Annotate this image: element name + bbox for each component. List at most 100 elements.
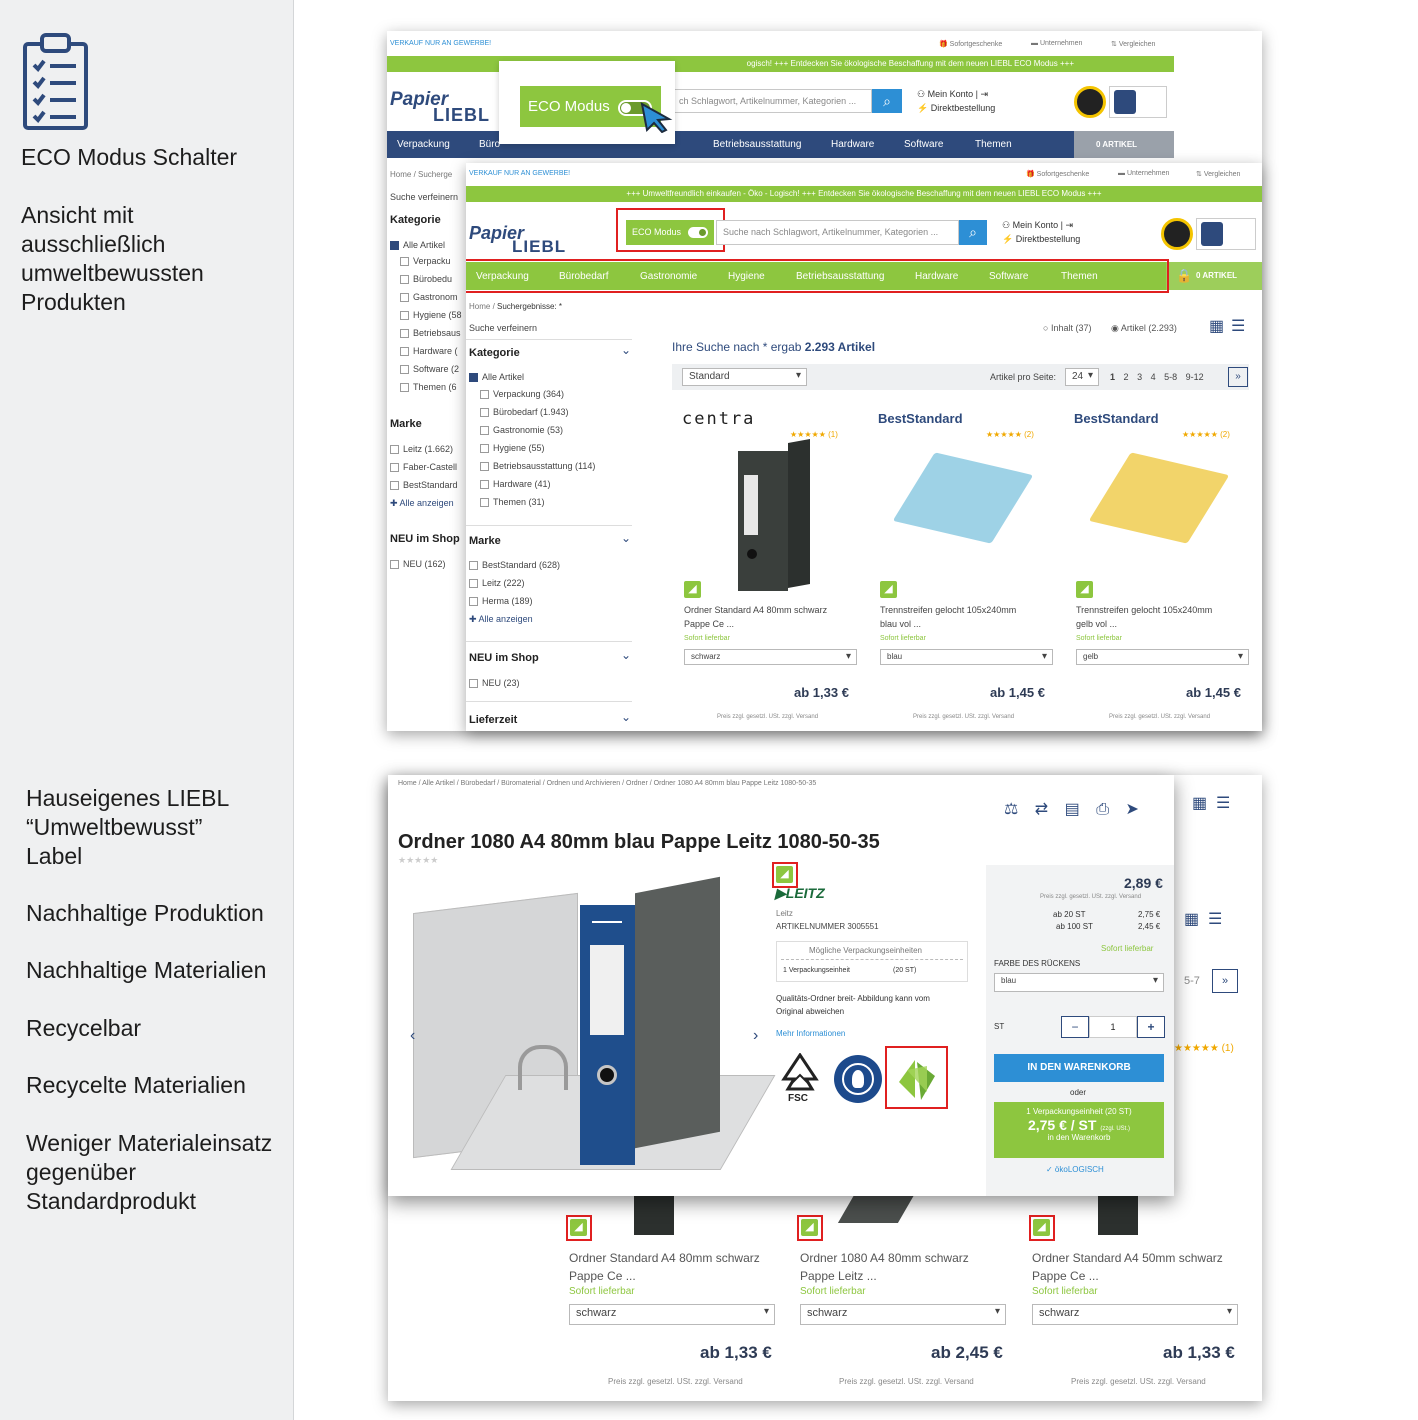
- compare-icon[interactable]: ⚖: [1004, 801, 1018, 818]
- product-name[interactable]: Pappe Ce ...: [569, 1269, 636, 1283]
- filter-item[interactable]: Hygiene (55): [480, 443, 595, 461]
- product-card[interactable]: BestStandard ★★★★★ (2) ◢ Trennstreifen g…: [868, 403, 1058, 728]
- product-card[interactable]: ◢ Ordner 1080 A4 80mm schwarz Pappe Leit…: [791, 1213, 1013, 1393]
- product-image[interactable]: [408, 876, 776, 1185]
- product-name[interactable]: Ordner Standard A4 80mm schwarz: [684, 605, 827, 615]
- share-icon[interactable]: ⇄: [1035, 801, 1048, 818]
- product-card[interactable]: ◢ Ordner Standard A4 50mm schwarz Pappe …: [1023, 1213, 1245, 1393]
- filter-item[interactable]: Hygiene (58: [400, 310, 462, 328]
- filter-item[interactable]: Gastronom: [400, 292, 462, 310]
- gift-link[interactable]: 🎁 Sofortgeschenke: [939, 40, 1002, 48]
- compare-link[interactable]: ⇅ Vergleichen: [1111, 40, 1155, 48]
- filter-item[interactable]: Leitz (1.662): [390, 444, 458, 462]
- grid-view-icon[interactable]: ▦: [1184, 909, 1199, 929]
- product-name[interactable]: Trennstreifen gelocht 105x240mm: [880, 605, 1016, 615]
- search-input[interactable]: ch Schlagwort, Artikelnummer, Kategorien…: [672, 89, 872, 113]
- clipboard-icon[interactable]: ▤: [1065, 801, 1080, 818]
- filter-item[interactable]: Faber-Castell: [390, 462, 458, 480]
- color-select[interactable]: schwarz: [1032, 1304, 1238, 1325]
- print-icon[interactable]: ⎙: [1096, 801, 1109, 818]
- filter-item[interactable]: BestStandard: [390, 480, 458, 498]
- prev-image-icon[interactable]: ‹: [410, 1027, 415, 1045]
- list-view-icon[interactable]: ☰: [1231, 316, 1245, 336]
- nav-item[interactable]: Büro: [479, 139, 500, 150]
- add-pack-button[interactable]: 1 Verpackungseinheit (20 ST) 2,75 € / ST…: [994, 1102, 1164, 1158]
- per-page-select[interactable]: 24: [1065, 368, 1099, 386]
- filter-item[interactable]: Hardware (41): [480, 479, 595, 497]
- filter-item[interactable]: Themen (31): [480, 497, 595, 515]
- rating-stars[interactable]: ★★★★★: [398, 855, 438, 866]
- product-name[interactable]: Pappe Ce ...: [684, 619, 734, 629]
- filter-item[interactable]: Software (2: [400, 364, 462, 382]
- filter-item[interactable]: Verpacku: [400, 256, 462, 274]
- nav-item[interactable]: Betriebsausstattung: [713, 139, 801, 150]
- filter-item[interactable]: Betriebsaus: [400, 328, 462, 346]
- direct-order-link[interactable]: ⚡ Direktbestellung: [1002, 234, 1080, 245]
- filter-item[interactable]: Verpackung (364): [480, 389, 595, 407]
- color-select[interactable]: blau: [880, 649, 1053, 665]
- filter-item[interactable]: Bürobedu: [400, 274, 462, 292]
- filter-item[interactable]: Hardware (: [400, 346, 462, 364]
- send-icon[interactable]: ➤: [1126, 801, 1139, 818]
- product-name[interactable]: blau vol ...: [880, 619, 921, 629]
- filter-item[interactable]: BestStandard (628): [469, 560, 560, 578]
- grid-view-icon[interactable]: ▦: [1209, 316, 1224, 336]
- next-page-button[interactable]: »: [1228, 367, 1248, 387]
- chevron-down-icon[interactable]: ⌄: [621, 343, 631, 357]
- color-select[interactable]: blau: [994, 973, 1164, 992]
- next-page-button[interactable]: »: [1212, 969, 1238, 993]
- product-name[interactable]: Ordner Standard A4 80mm schwarz: [569, 1251, 760, 1265]
- filter-item[interactable]: Herma (189): [469, 596, 560, 614]
- add-to-cart-button[interactable]: IN DEN WARENKORB: [994, 1054, 1164, 1082]
- search-input[interactable]: Suche nach Schlagwort, Artikelnummer, Ka…: [716, 220, 959, 245]
- list-view-icon[interactable]: ☰: [1216, 793, 1230, 813]
- nav-item[interactable]: Hardware: [831, 139, 874, 150]
- breadcrumb[interactable]: Home / Suchergebnisse: *: [469, 302, 562, 311]
- filter-item[interactable]: Gastronomie (53): [480, 425, 595, 443]
- chevron-down-icon[interactable]: ⌄: [621, 531, 631, 545]
- filter-item[interactable]: Leitz (222): [469, 578, 560, 596]
- more-info-link[interactable]: Mehr Informationen: [776, 1029, 845, 1038]
- sort-select[interactable]: Standard: [682, 368, 807, 386]
- liebl-logo[interactable]: Papier LIEBL: [390, 79, 495, 125]
- search-button[interactable]: ⌕: [872, 89, 902, 113]
- direct-order-link[interactable]: ⚡ Direktbestellung: [917, 103, 995, 114]
- color-select[interactable]: schwarz: [800, 1304, 1006, 1325]
- product-name[interactable]: gelb vol ...: [1076, 619, 1117, 629]
- account-link[interactable]: ⚇ Mein Konto | ⇥: [1002, 220, 1073, 231]
- compare-link[interactable]: ⇅ Vergleichen: [1196, 170, 1240, 178]
- pagination[interactable]: 5-7: [1184, 975, 1200, 987]
- grid-view-icon[interactable]: ▦: [1192, 793, 1207, 813]
- product-card[interactable]: centra ★★★★★ (1) ◢ Ordner Standard A4 80…: [672, 403, 862, 728]
- product-card[interactable]: ◢ Ordner Standard A4 80mm schwarz Pappe …: [560, 1213, 782, 1393]
- show-all-link[interactable]: ✚ Alle anzeigen: [390, 498, 458, 516]
- filter-all[interactable]: Alle Artikel: [469, 372, 524, 383]
- color-select[interactable]: gelb: [1076, 649, 1249, 665]
- chevron-down-icon[interactable]: ⌄: [621, 648, 631, 662]
- qty-minus-button[interactable]: −: [1061, 1016, 1089, 1038]
- product-card[interactable]: BestStandard ★★★★★ (2) ◢ Trennstreifen g…: [1064, 403, 1254, 728]
- filter-item[interactable]: NEU (23): [469, 678, 520, 689]
- show-all-link[interactable]: ✚ Alle anzeigen: [469, 614, 560, 632]
- tab-items[interactable]: ◉ Artikel (2.293): [1111, 323, 1177, 334]
- nav-item[interactable]: Verpackung: [397, 139, 450, 150]
- pagination[interactable]: 1 2 3 4 5-8 9-12: [1110, 372, 1204, 382]
- search-button[interactable]: ⌕: [959, 220, 987, 245]
- product-name[interactable]: Pappe Ce ...: [1032, 1269, 1099, 1283]
- next-image-icon[interactable]: ›: [753, 1027, 758, 1045]
- company-link[interactable]: ▬ Unternehmen: [1118, 170, 1169, 177]
- qty-plus-button[interactable]: +: [1137, 1016, 1165, 1038]
- color-select[interactable]: schwarz: [569, 1304, 775, 1325]
- filter-item[interactable]: NEU (162): [390, 559, 446, 570]
- product-name[interactable]: Ordner 1080 A4 80mm schwarz: [800, 1251, 969, 1265]
- color-select[interactable]: schwarz: [684, 649, 857, 665]
- filter-item[interactable]: Themen (6: [400, 382, 462, 400]
- tab-content[interactable]: ○ Inhalt (37): [1043, 323, 1091, 333]
- list-view-icon[interactable]: ☰: [1208, 909, 1222, 929]
- filter-item[interactable]: Bürobedarf (1.943): [480, 407, 595, 425]
- cart-button[interactable]: 0 ARTIKEL: [1074, 131, 1174, 158]
- gift-link[interactable]: 🎁 Sofortgeschenke: [1026, 170, 1089, 178]
- product-name[interactable]: Trennstreifen gelocht 105x240mm: [1076, 605, 1212, 615]
- filter-all[interactable]: Alle Artikel: [390, 240, 445, 251]
- nav-item[interactable]: Themen: [975, 139, 1012, 150]
